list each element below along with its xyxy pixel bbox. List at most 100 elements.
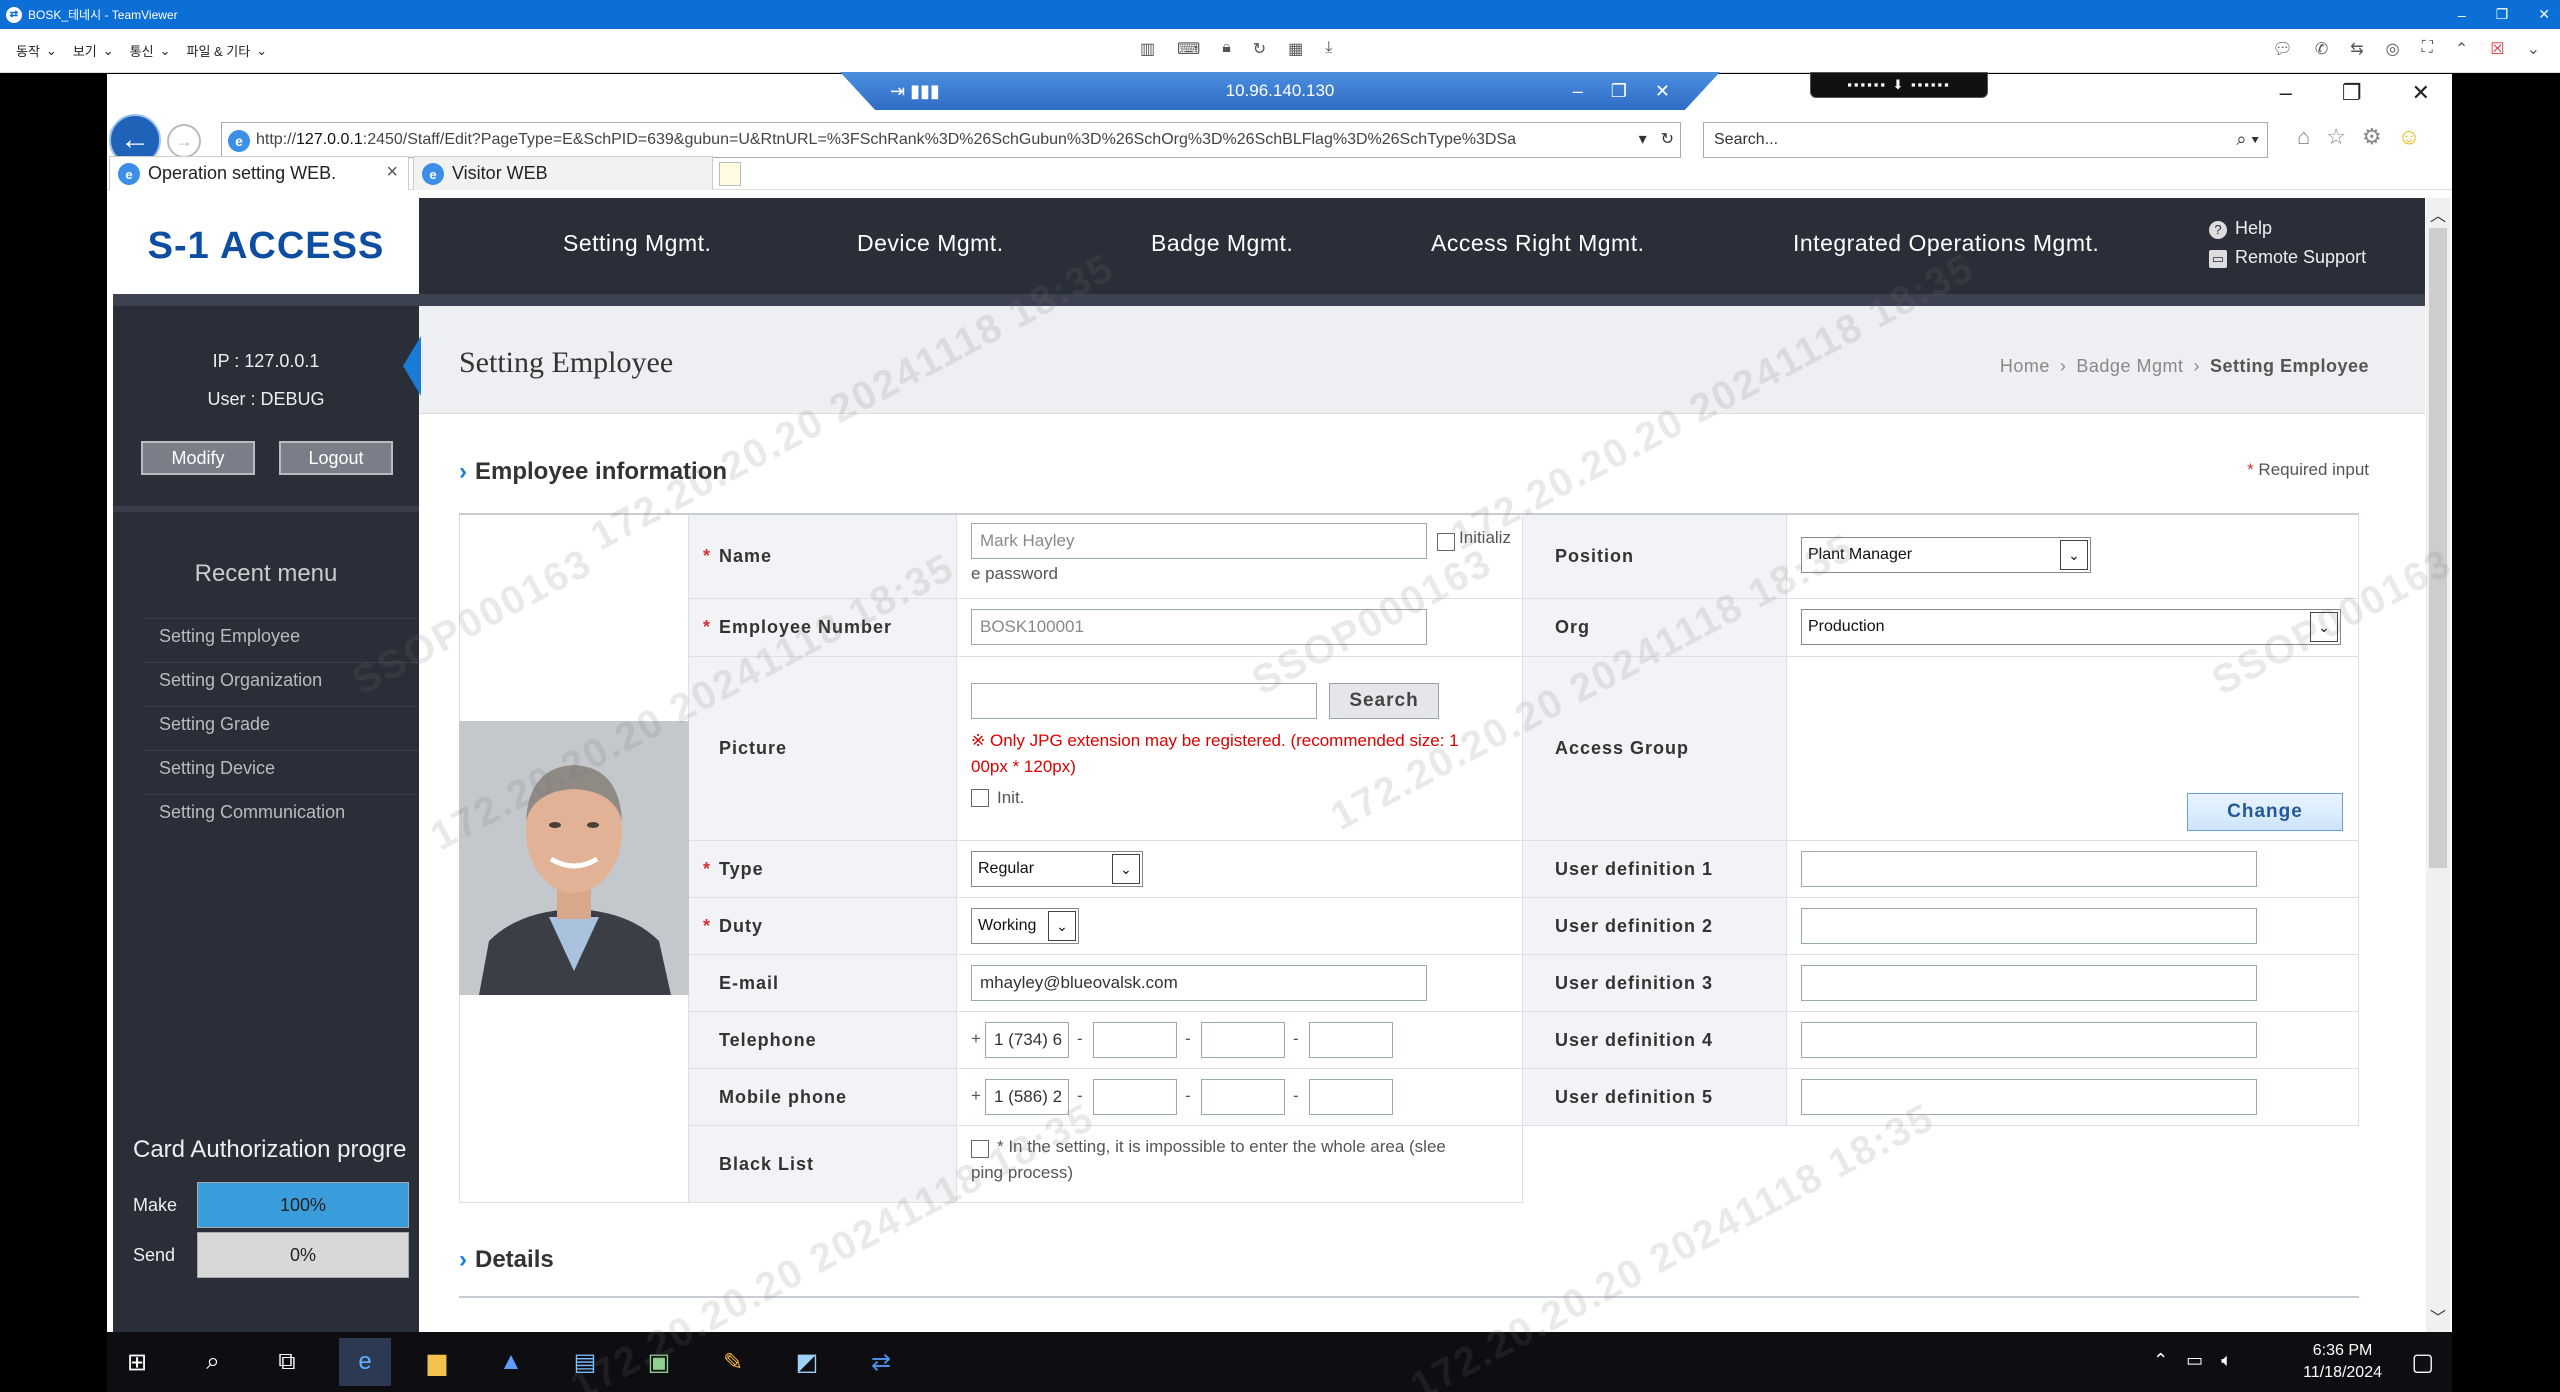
employee-number-input[interactable]: BOSK100001 xyxy=(971,609,1427,645)
nav-integrated-operations-mgmt[interactable]: Integrated Operations Mgmt. xyxy=(1793,230,2099,257)
keyboard-icon[interactable]: ⌨ xyxy=(1177,39,1200,59)
duty-select[interactable]: Working ⌄ xyxy=(971,908,1079,944)
recent-item-setting-employee[interactable]: Setting Employee xyxy=(143,618,419,654)
camera-icon[interactable]: ◎ xyxy=(2386,39,2400,59)
favorites-icon[interactable]: ☆ xyxy=(2326,124,2346,150)
user-def-2-input[interactable] xyxy=(1801,908,2257,944)
keyboard-toggle[interactable]: ▪▪▪▪▪▪ ⬇ ▪▪▪▪▪▪ xyxy=(1810,72,1988,98)
restore-icon[interactable]: ❐ xyxy=(1611,81,1627,102)
chat-icon[interactable]: 💬︎ xyxy=(2273,39,2293,59)
close-icon[interactable]: ✕ xyxy=(1655,81,1670,102)
scroll-up-icon[interactable]: ︿ xyxy=(2430,202,2446,226)
app-icon[interactable]: ▤ xyxy=(567,1344,603,1380)
page-scrollbar[interactable]: ︿ ﹀ xyxy=(2426,198,2450,1332)
minimize-icon[interactable]: – xyxy=(1573,81,1583,102)
internet-explorer-icon[interactable]: e xyxy=(339,1338,391,1386)
mobile-country-input[interactable]: 1 (586) 2 xyxy=(985,1079,1069,1115)
fullscreen-icon[interactable]: ⛶ xyxy=(2422,39,2433,59)
more-icon[interactable]: ⌄ xyxy=(2527,39,2540,59)
search-icon[interactable]: ⌕ ▾ xyxy=(2236,129,2259,150)
files-icon[interactable]: ⇆ xyxy=(2350,39,2363,59)
nav-badge-mgmt[interactable]: Badge Mgmt. xyxy=(1151,230,1293,257)
telephone-part-2-input[interactable] xyxy=(1093,1022,1177,1058)
telephone-part-4-input[interactable] xyxy=(1309,1022,1393,1058)
task-view-icon[interactable]: ⧉ xyxy=(269,1344,305,1380)
mobile-part-3-input[interactable] xyxy=(1201,1079,1285,1115)
email-input[interactable]: mhayley@blueovalsk.com xyxy=(971,965,1427,1001)
user-def-4-input[interactable] xyxy=(1801,1022,2257,1058)
browser-search[interactable]: Search... ⌕ ▾ xyxy=(1703,122,2268,158)
new-tab-button[interactable] xyxy=(719,162,741,186)
close-icon[interactable]: ✕ xyxy=(2412,80,2430,106)
recent-item-setting-device[interactable]: Setting Device xyxy=(143,750,419,786)
position-select[interactable]: Plant Manager ⌄ xyxy=(1801,537,2091,573)
dropdown-icon[interactable]: ▾ xyxy=(1639,129,1647,149)
close-icon[interactable]: × xyxy=(386,161,398,184)
phone-icon[interactable]: ✆ xyxy=(2315,39,2328,59)
forward-button[interactable]: → xyxy=(167,124,201,158)
mobile-part-4-input[interactable] xyxy=(1309,1079,1393,1115)
nav-setting-mgmt[interactable]: Setting Mgmt. xyxy=(563,230,711,257)
refresh-icon[interactable]: ↻ xyxy=(1661,129,1674,149)
connection-pin-icon[interactable]: ⇥ ▮▮▮ xyxy=(890,81,940,102)
nav-access-right-mgmt[interactable]: Access Right Mgmt. xyxy=(1431,230,1645,257)
org-select[interactable]: Production ⌄ xyxy=(1801,609,2341,645)
windows-start-icon[interactable]: ⊞ xyxy=(119,1344,155,1380)
home-icon[interactable]: ⌂ xyxy=(2297,124,2310,150)
s1-access-logo[interactable]: S-1 ACCESS xyxy=(113,198,419,294)
chevron-up-icon[interactable]: ⌃ xyxy=(2153,1350,2168,1371)
scroll-down-icon[interactable]: ﹀ xyxy=(2430,1304,2446,1328)
refresh-icon[interactable]: ↻ xyxy=(1253,39,1266,59)
scrollbar-thumb[interactable] xyxy=(2429,228,2447,868)
lock-icon[interactable]: 🔒︎ xyxy=(1222,39,1231,59)
minimize-icon[interactable]: – xyxy=(2458,7,2466,23)
type-select[interactable]: Regular ⌄ xyxy=(971,851,1143,887)
blacklist-checkbox[interactable] xyxy=(971,1140,989,1158)
tab-visitor-web[interactable]: e Visitor WEB xyxy=(413,156,713,190)
download-icon[interactable]: ⤓ xyxy=(1325,39,1332,59)
remote-support-link[interactable]: ▭ Remote Support xyxy=(2209,243,2366,272)
recent-item-setting-communication[interactable]: Setting Communication xyxy=(143,794,419,830)
mobile-part-2-input[interactable] xyxy=(1093,1079,1177,1115)
file-explorer-icon[interactable]: ▆ xyxy=(419,1344,455,1380)
restore-icon[interactable]: ❐ xyxy=(2496,6,2509,23)
recent-item-setting-grade[interactable]: Setting Grade xyxy=(143,706,419,742)
restore-icon[interactable]: ❐ xyxy=(2342,80,2362,106)
smiley-icon[interactable]: ☺ xyxy=(2398,124,2420,150)
taskbar-clock[interactable]: 6:36 PM 11/18/2024 xyxy=(2303,1340,2382,1384)
chart-icon[interactable]: ▥ xyxy=(1140,39,1155,59)
app-icon[interactable]: ▣ xyxy=(641,1344,677,1380)
settings-gear-icon[interactable]: ⚙ xyxy=(2362,124,2382,150)
recent-item-setting-organization[interactable]: Setting Organization xyxy=(143,662,419,698)
user-def-3-input[interactable] xyxy=(1801,965,2257,1001)
screen-icon[interactable]: ▦ xyxy=(1288,39,1303,59)
tv-menu-files[interactable]: 파일 & 기타 xyxy=(186,41,250,60)
tv-menu-view[interactable]: 보기 xyxy=(73,41,97,60)
telephone-part-3-input[interactable] xyxy=(1201,1022,1285,1058)
change-access-group-button[interactable]: Change xyxy=(2187,793,2343,831)
volume-icon[interactable]: 🔈︎ xyxy=(2221,1350,2232,1371)
user-def-5-input[interactable] xyxy=(1801,1079,2257,1115)
search-icon[interactable]: ⌕ xyxy=(195,1344,231,1380)
app-icon[interactable]: ✎ xyxy=(715,1344,751,1380)
help-link[interactable]: ? Help xyxy=(2209,214,2366,243)
app-icon[interactable]: ◩ xyxy=(789,1344,825,1380)
telephone-country-input[interactable]: 1 (734) 6 xyxy=(985,1022,1069,1058)
user-def-1-input[interactable] xyxy=(1801,851,2257,887)
collapse-icon[interactable]: ⌃ xyxy=(2455,39,2468,59)
name-input[interactable]: Mark Hayley xyxy=(971,523,1427,559)
nav-device-mgmt[interactable]: Device Mgmt. xyxy=(857,230,1004,257)
disconnect-icon[interactable]: ☒ xyxy=(2490,39,2504,59)
tv-menu-communicate[interactable]: 통신 xyxy=(130,41,154,60)
breadcrumb-badge-mgmt[interactable]: Badge Mgmt xyxy=(2076,356,2183,377)
app-icon[interactable]: ▲ xyxy=(493,1344,529,1380)
address-bar[interactable]: e http://127.0.0.1:2450/Staff/Edit?PageT… xyxy=(221,122,1681,158)
picture-init-checkbox[interactable] xyxy=(971,789,989,807)
close-icon[interactable]: ✕ xyxy=(2538,6,2550,23)
initialize-password-checkbox[interactable] xyxy=(1437,533,1455,551)
logout-button[interactable]: Logout xyxy=(279,441,393,475)
tv-menu-action[interactable]: 동작 xyxy=(16,41,40,60)
notification-icon[interactable]: ▢ xyxy=(2411,1348,2434,1377)
minimize-icon[interactable]: – xyxy=(2280,80,2292,106)
network-icon[interactable]: ▭ xyxy=(2186,1350,2203,1371)
